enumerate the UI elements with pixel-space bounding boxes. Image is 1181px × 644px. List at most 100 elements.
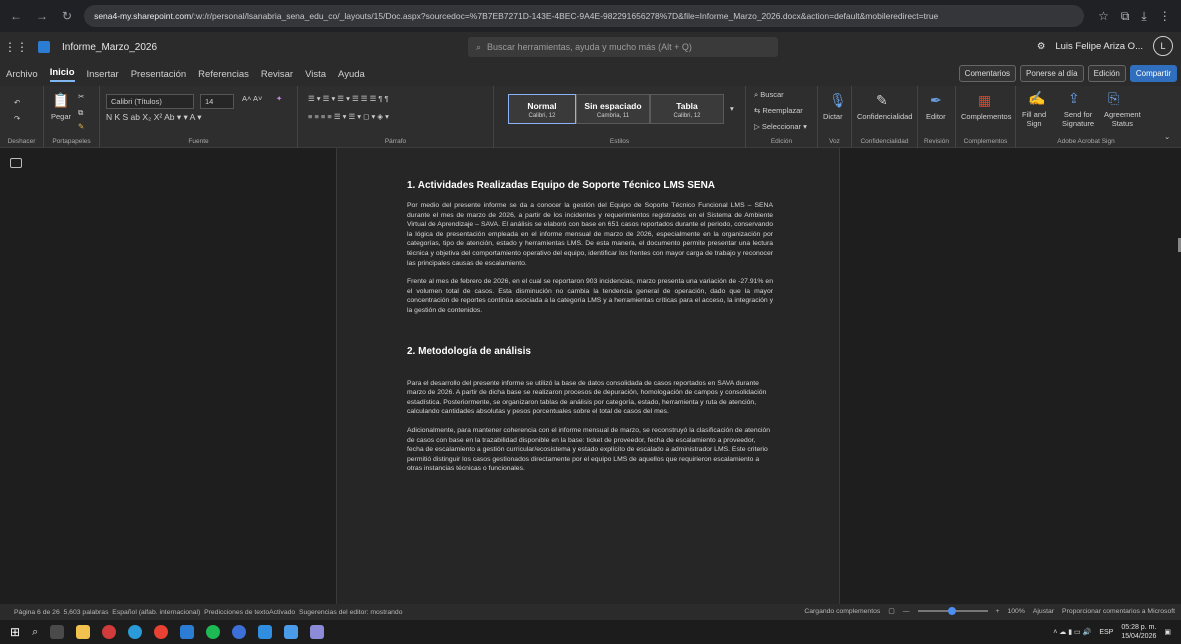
send-signature-icon[interactable]: ⇪ [1068,90,1080,107]
app-icon-3[interactable] [310,625,325,639]
clear-format-icon[interactable]: ✦ [276,94,282,103]
tray-icons[interactable]: ˄ ☁ ▮ ▭ 🔊 [1053,628,1091,636]
tab-inicio[interactable]: Inicio [49,67,75,82]
bookmark-star-icon[interactable]: ☆ [1098,9,1109,23]
zoom-slider[interactable] [917,607,988,615]
ribbon-expand-icon[interactable]: ⌄ [1164,132,1170,141]
select-label: Seleccionar [761,122,802,131]
zoom-in-icon[interactable]: + [996,608,1000,615]
feedback-link[interactable]: Proporcionar comentarios a Microsoft [1062,608,1175,615]
send-signature-button[interactable]: Send for Signature [1062,110,1094,128]
file-explorer-icon[interactable] [76,625,91,639]
undo-icon[interactable]: ↶ [14,98,20,107]
style-name: Sin espaciado [584,101,642,111]
style-normal[interactable]: Normal Calibri, 12 [508,94,576,124]
page-count[interactable]: Página 6 de 26 [14,609,60,616]
share-button[interactable]: Compartir [1129,65,1177,82]
tab-presentacion[interactable]: Presentación [131,69,186,80]
replace-button[interactable]: ⇆ Reemplazar [754,106,803,115]
app-icon[interactable] [232,625,247,639]
editing-mode-button[interactable]: Edición [1087,65,1126,82]
editor-button[interactable]: Editor [926,112,946,121]
copy-icon[interactable]: ⧉ [78,108,83,118]
reload-icon[interactable]: ↻ [62,9,72,23]
extensions-icon[interactable]: ⧉ [1121,9,1130,24]
grow-font-icon[interactable]: A˄ A˅ [242,94,262,103]
menu-dots-icon[interactable]: ⋮ [1159,9,1171,23]
settings-gear-icon[interactable]: ⚙ [1037,41,1046,52]
user-name[interactable]: Luis Felipe Ariza O... [1055,41,1143,52]
document-body[interactable]: 1. Actividades Realizadas Equipo de Sopo… [407,180,773,483]
fit-button[interactable]: Ajustar [1033,608,1054,615]
app-titlebar: ⋮⋮ Informe_Marzo_2026 ⌕ Buscar herramien… [0,32,1181,62]
styles-more-icon[interactable]: ▾ [730,104,734,113]
tab-revisar[interactable]: Revisar [261,69,293,80]
fill-sign-button[interactable]: Fill and Sign [1022,110,1046,128]
font-size-select[interactable]: 14 [200,94,234,109]
tab-insertar[interactable]: Insertar [87,69,119,80]
zoom-knob[interactable] [947,607,956,615]
redo-icon[interactable]: ↷ [14,114,20,123]
edge-icon[interactable] [128,625,143,639]
cut-icon[interactable]: ✂ [78,92,84,101]
language[interactable]: Español (alfab. internacional) [112,609,200,616]
forward-icon[interactable]: → [36,9,48,23]
agreement-label-2: Status [1111,119,1133,128]
back-icon[interactable]: ← [10,9,22,23]
address-bar[interactable]: sena4-my.sharepoint.com/:w:/r/personal/l… [84,5,1085,27]
agreement-status-icon[interactable]: ⎘ [1108,90,1119,107]
addins-icon[interactable]: ▦ [978,92,991,109]
microphone-icon[interactable]: 🎙 [829,92,847,109]
dictate-button[interactable]: Dictar [823,112,843,121]
tab-vista[interactable]: Vista [305,69,326,80]
paste-button[interactable]: Pegar [51,112,71,121]
style-sin-espaciado[interactable]: Sin espaciado Cambria, 11 [576,94,650,124]
chrome-icon[interactable] [154,625,169,639]
document-name[interactable]: Informe_Marzo_2026 [62,42,157,53]
mail-icon[interactable] [180,625,195,639]
navigation-pane-icon[interactable] [10,158,22,168]
comments-button[interactable]: Comentarios [958,65,1017,82]
format-painter-icon[interactable]: ✎ [78,122,84,131]
font-name-select[interactable]: Calibri (Títulos) [106,94,194,109]
agreement-status-button[interactable]: Agreement Status [1104,110,1141,128]
zoom-out-icon[interactable]: — [903,608,910,615]
text-predictions[interactable]: Predicciones de textoActivado [204,609,295,616]
addins-button[interactable]: Complementos [961,112,1011,121]
search-box[interactable]: ⌕ Buscar herramientas, ayuda y mucho más… [468,37,778,57]
spotify-icon[interactable] [206,625,221,639]
style-tabla[interactable]: Tabla Calibri, 12 [650,94,724,124]
editor-suggestions[interactable]: Sugerencias del editor: mostrando [299,609,403,616]
task-view-icon[interactable] [50,625,65,639]
photos-icon[interactable] [284,625,299,639]
zoom-level[interactable]: 100% [1008,608,1025,615]
opera-icon[interactable] [102,625,117,639]
tab-referencias[interactable]: Referencias [198,69,249,80]
input-language[interactable]: ESP [1099,629,1113,636]
tab-archivo[interactable]: Archivo [6,69,38,80]
editor-icon[interactable]: ✒ [930,92,942,109]
fill-sign-icon[interactable]: ✍ [1028,90,1045,107]
sensitivity-icon[interactable]: ✎ [876,92,888,109]
align-icons[interactable]: ≡ ≡ ≡ ≡ ☰ ▾ ☰ ▾ ◻ ▾ ◈ ▾ [308,112,389,121]
view-mode-icon[interactable]: ▢ [888,607,894,615]
word-count[interactable]: 5,603 palabras [64,609,109,616]
text-format-icons[interactable]: N K S ab X₂ X² Ab ▾ ▾ A ▾ [106,112,201,123]
app-launcher-icon[interactable]: ⋮⋮ [4,40,28,54]
download-icon[interactable]: ⤓ [1141,9,1146,24]
sensitivity-button[interactable]: Confidencialidad [857,112,912,121]
find-button[interactable]: ⌕ Buscar [754,90,784,100]
notifications-icon[interactable]: ▣ [1164,628,1171,636]
list-icons[interactable]: ☰ ▾ ☰ ▾ ☰ ▾ ☰ ☰ ☰ ¶ ¶ [308,94,389,103]
avatar[interactable]: L [1153,36,1173,56]
tab-ayuda[interactable]: Ayuda [338,69,365,80]
clock[interactable]: 05:28 p. m. 15/04/2026 [1121,623,1156,641]
word-logo-icon[interactable] [38,41,50,53]
app-icon-2[interactable] [258,625,273,639]
windows-start-icon[interactable]: ⊞ [10,625,20,639]
catch-up-button[interactable]: Ponerse al día [1020,65,1084,82]
taskbar-search-icon[interactable]: ⌕ [32,626,38,639]
select-button[interactable]: ▷ Seleccionar ▾ [754,122,807,131]
paste-icon[interactable]: 📋 [52,92,69,109]
document-page[interactable]: 1. Actividades Realizadas Equipo de Sopo… [336,148,840,604]
